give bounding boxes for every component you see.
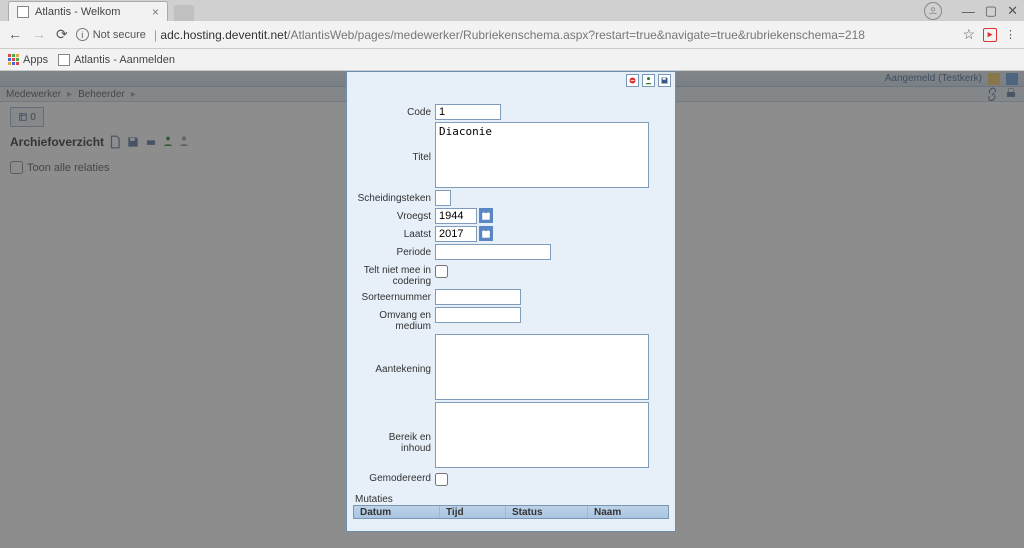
info-icon: i [76, 28, 89, 41]
close-tab-icon[interactable]: × [152, 5, 159, 19]
apps-button[interactable]: Apps [8, 54, 48, 66]
browser-tab[interactable]: Atlantis - Welkom × [8, 1, 168, 21]
gemodereerd-checkbox[interactable] [435, 473, 448, 486]
bookmark-label: Atlantis - Aanmelden [74, 54, 175, 66]
telt-niet-mee-checkbox[interactable] [435, 265, 448, 278]
window-maximize-button[interactable]: ▢ [985, 3, 997, 19]
label-vroegst: Vroegst [357, 208, 435, 222]
mutaties-label: Mutaties [347, 492, 675, 505]
bookmarks-bar: Apps Atlantis - Aanmelden [0, 49, 1024, 71]
window-close-button[interactable]: ✕ [1007, 3, 1018, 19]
nav-back-button[interactable]: ← [8, 26, 22, 43]
nav-forward-button[interactable]: → [32, 26, 46, 43]
browser-tab-bar: Atlantis - Welkom × — ▢ ✕ [0, 0, 1024, 21]
apps-label: Apps [23, 54, 48, 66]
laatst-input[interactable] [435, 226, 477, 242]
bookmark-star-icon[interactable]: ☆ [962, 26, 975, 43]
bereik-input[interactable] [435, 402, 649, 468]
vroegst-calendar-button[interactable] [479, 208, 493, 223]
url-bar[interactable]: | adc.hosting.deventit.net/AtlantisWeb/p… [154, 28, 955, 42]
label-titel: Titel [357, 122, 435, 163]
page-favicon-icon [17, 6, 29, 18]
dialog-cancel-button[interactable] [626, 74, 639, 87]
security-label: Not secure [93, 29, 146, 41]
nav-reload-button[interactable]: ⟳ [56, 26, 68, 43]
browser-menu-button[interactable]: ⋮ [1005, 28, 1016, 41]
bookmark-item[interactable]: Atlantis - Aanmelden [58, 54, 175, 66]
mutaties-table: Datum Tijd Status Naam [353, 505, 669, 519]
address-bar-row: ← → ⟳ i Not secure | adc.hosting.deventi… [0, 21, 1024, 49]
label-code: Code [357, 104, 435, 118]
omvang-input[interactable] [435, 307, 521, 323]
dialog-person-button[interactable] [642, 74, 655, 87]
extension-icon[interactable]: ▸ [983, 28, 997, 42]
account-icon[interactable] [924, 2, 942, 20]
dialog-save-button[interactable] [658, 74, 671, 87]
label-bereik: Bereik en inhoud [357, 402, 435, 454]
col-status[interactable]: Status [506, 506, 588, 518]
label-telt-niet-mee: Telt niet mee in codering [357, 262, 435, 287]
url-host: adc.hosting.deventit.net [160, 28, 287, 42]
col-tijd[interactable]: Tijd [440, 506, 506, 518]
label-periode: Periode [357, 244, 435, 258]
laatst-calendar-button[interactable] [479, 226, 493, 241]
label-omvang: Omvang en medium [357, 307, 435, 332]
label-sorteernummer: Sorteernummer [357, 289, 435, 303]
label-gemodereerd: Gemodereerd [357, 470, 435, 484]
security-badge[interactable]: i Not secure [76, 28, 146, 41]
scheidingsteken-input[interactable] [435, 190, 451, 206]
col-datum[interactable]: Datum [354, 506, 440, 518]
label-scheidingsteken: Scheidingsteken [357, 190, 435, 204]
col-naam[interactable]: Naam [588, 506, 668, 518]
aantekening-input[interactable] [435, 334, 649, 400]
window-minimize-button[interactable]: — [962, 4, 975, 19]
label-aantekening: Aantekening [357, 334, 435, 375]
edit-dialog: Code Titel Scheidingsteken Vroegst [346, 71, 676, 532]
titel-input[interactable] [435, 122, 649, 188]
label-laatst: Laatst [357, 226, 435, 240]
sorteernummer-input[interactable] [435, 289, 521, 305]
code-input[interactable] [435, 104, 501, 120]
new-tab-button[interactable] [174, 5, 194, 21]
url-path: /AtlantisWeb/pages/medewerker/Rubriekens… [287, 28, 865, 42]
vroegst-input[interactable] [435, 208, 477, 224]
periode-input[interactable] [435, 244, 551, 260]
bookmark-favicon-icon [58, 54, 70, 66]
tab-title: Atlantis - Welkom [35, 6, 120, 18]
